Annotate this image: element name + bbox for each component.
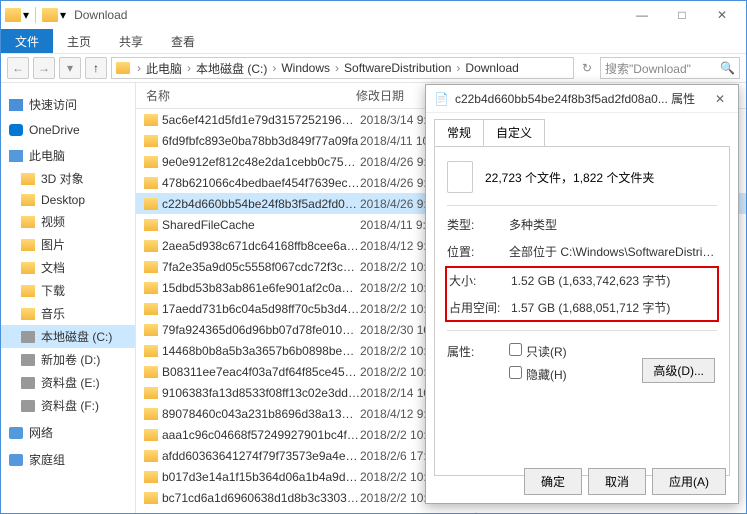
properties-dialog: 📄 c22b4d660bb54be24f8b3f5ad2fd08a0... 属性… (425, 84, 739, 504)
folder-icon (42, 8, 58, 22)
ok-button[interactable]: 确定 (524, 468, 582, 495)
back-button[interactable]: ← (7, 57, 29, 79)
sidebar-thispc[interactable]: 此电脑 (1, 144, 135, 167)
window-title: Download (74, 8, 127, 22)
search-icon: 🔍 (720, 61, 735, 75)
toolbar: ← → ▾ ↑ › 此电脑› 本地磁盘 (C:)› Windows› Softw… (1, 53, 746, 83)
disk-value: 1.57 GB (1,688,051,712 字节) (511, 299, 715, 316)
close-icon[interactable]: ✕ (710, 92, 730, 106)
folder-icon (144, 261, 158, 273)
minimize-button[interactable]: — (622, 3, 662, 27)
tab-general[interactable]: 常规 (434, 119, 484, 146)
folder-icon (116, 62, 130, 74)
sidebar-item[interactable]: 图片 (1, 233, 135, 256)
sidebar-item[interactable]: 3D 对象 (1, 167, 135, 190)
location-value: 全部位于 C:\Windows\SoftwareDistribution\Dow… (509, 243, 717, 260)
crumb[interactable]: 此电脑 (146, 60, 182, 77)
advanced-button[interactable]: 高级(D)... (642, 358, 715, 383)
up-button[interactable]: ↑ (85, 57, 107, 79)
ribbon-tabs: 文件 主页 共享 查看 (1, 29, 746, 53)
search-input[interactable]: 搜索"Download" 🔍 (600, 57, 740, 79)
sidebar-homegroup[interactable]: 家庭组 (1, 448, 135, 471)
sidebar-item[interactable]: 资料盘 (F:) (1, 394, 135, 417)
tab-view[interactable]: 查看 (157, 29, 209, 53)
folder-icon (144, 492, 158, 504)
folder-icon (144, 429, 158, 441)
history-button[interactable]: ▾ (59, 57, 81, 79)
qat-dropdown-icon[interactable]: ▾ (60, 8, 66, 22)
maximize-button[interactable]: □ (662, 3, 702, 27)
column-name[interactable]: 名称 (136, 87, 356, 104)
sidebar-item[interactable]: 下载 (1, 279, 135, 302)
crumb[interactable]: SoftwareDistribution (344, 61, 451, 75)
folder-icon (144, 114, 158, 126)
sidebar-item[interactable]: 本地磁盘 (C:) (1, 325, 135, 348)
sidebar-quick-access[interactable]: 快速访问 (1, 93, 135, 116)
tab-share[interactable]: 共享 (105, 29, 157, 53)
folder-icon (144, 282, 158, 294)
folder-icon: 📄 (434, 92, 449, 106)
folder-icon (144, 408, 158, 420)
close-button[interactable]: ✕ (702, 3, 742, 27)
dropdown-icon[interactable]: ▾ (23, 8, 29, 22)
sidebar-network[interactable]: 网络 (1, 421, 135, 444)
folder-icon (144, 345, 158, 357)
folder-icon (144, 513, 158, 514)
folder-icon (5, 8, 21, 22)
folder-icon (144, 219, 158, 231)
crumb[interactable]: Windows (281, 61, 330, 75)
breadcrumb[interactable]: › 此电脑› 本地磁盘 (C:)› Windows› SoftwareDistr… (111, 57, 574, 79)
crumb[interactable]: 本地磁盘 (C:) (196, 60, 267, 77)
tab-file[interactable]: 文件 (1, 29, 53, 53)
folder-icon (144, 198, 158, 210)
folder-icon (144, 156, 158, 168)
folder-icon (144, 387, 158, 399)
forward-button[interactable]: → (33, 57, 55, 79)
size-value: 1.52 GB (1,633,742,623 字节) (511, 272, 715, 289)
folder-icon (144, 366, 158, 378)
folder-icon (144, 240, 158, 252)
sidebar-item[interactable]: 视频 (1, 210, 135, 233)
tab-custom[interactable]: 自定义 (483, 119, 545, 146)
folder-icon (144, 471, 158, 483)
folder-icon (144, 450, 158, 462)
folder-icon (144, 135, 158, 147)
folder-icon (144, 177, 158, 189)
type-value: 多种类型 (509, 216, 717, 233)
sidebar: 快速访问 OneDrive 此电脑 3D 对象Desktop视频图片文档下载音乐… (1, 83, 136, 513)
tab-home[interactable]: 主页 (53, 29, 105, 53)
sidebar-item[interactable]: 新加卷 (D:) (1, 348, 135, 371)
summary-text: 22,723 个文件，1,822 个文件夹 (485, 169, 654, 186)
sidebar-item[interactable]: 文档 (1, 256, 135, 279)
folder-icon (144, 324, 158, 336)
folder-icon (144, 303, 158, 315)
highlighted-size: 大小:1.52 GB (1,633,742,623 字节) 占用空间:1.57 … (445, 266, 719, 322)
cancel-button[interactable]: 取消 (588, 468, 646, 495)
apply-button[interactable]: 应用(A) (652, 468, 726, 495)
file-row[interactable]: d953a9d0a75878c5f01fef6a197550a9...2018/… (136, 508, 746, 513)
crumb[interactable]: Download (465, 61, 518, 75)
sidebar-item[interactable]: 音乐 (1, 302, 135, 325)
dialog-title: c22b4d660bb54be24f8b3f5ad2fd08a0... 属性 (455, 90, 710, 107)
sidebar-onedrive[interactable]: OneDrive (1, 120, 135, 140)
sidebar-item[interactable]: 资料盘 (E:) (1, 371, 135, 394)
document-icon (447, 161, 473, 193)
sidebar-item[interactable]: Desktop (1, 190, 135, 210)
titlebar: ▾ ▾ Download — □ ✕ (1, 1, 746, 29)
refresh-icon[interactable]: ↻ (578, 61, 596, 75)
